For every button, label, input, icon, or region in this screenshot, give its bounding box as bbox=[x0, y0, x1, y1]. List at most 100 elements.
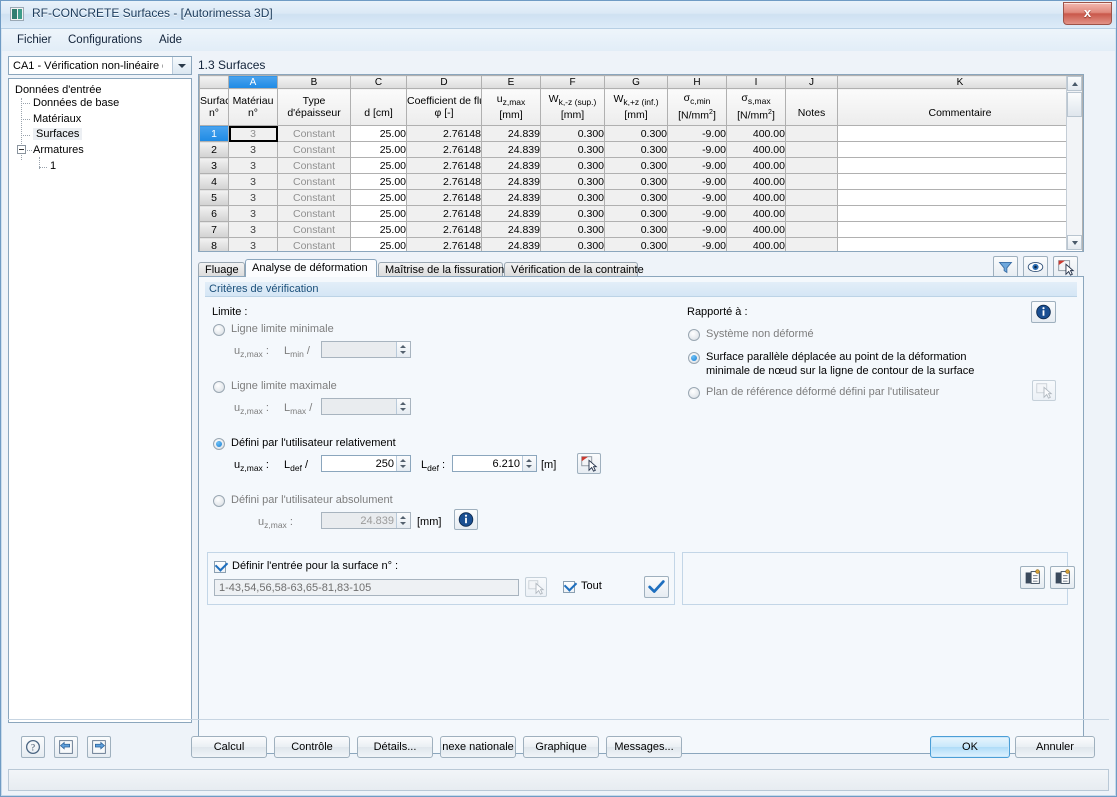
spinner-uzmax-absolute[interactable] bbox=[396, 513, 410, 528]
column-letter-I[interactable]: I bbox=[726, 75, 786, 89]
cell-uzmax[interactable]: 24.839 bbox=[481, 141, 541, 158]
cell-notes[interactable] bbox=[785, 205, 838, 222]
cell-notes[interactable] bbox=[785, 141, 838, 158]
cell-sigma-s-max[interactable]: 400.00 bbox=[726, 157, 786, 174]
copy-left-button[interactable] bbox=[1020, 566, 1045, 589]
spinner-lmin[interactable] bbox=[396, 342, 410, 357]
cell-sigma-s-max[interactable]: 400.00 bbox=[726, 221, 786, 238]
radio-surface-parallele[interactable] bbox=[688, 352, 700, 364]
table-row[interactable]: 4 3 Constant 25.00 2.76148 24.839 0.300 0.300 -9… bbox=[199, 173, 1083, 190]
cell-type[interactable]: Constant bbox=[277, 189, 351, 206]
info-related-button[interactable] bbox=[1031, 301, 1056, 323]
calcul-button[interactable]: Calcul bbox=[191, 736, 267, 758]
cell-notes[interactable] bbox=[785, 173, 838, 190]
field-ldef-denominator[interactable]: 250 bbox=[321, 455, 411, 472]
cell-wk-sup[interactable]: 0.300 bbox=[540, 205, 605, 222]
cell-wk-inf[interactable]: 0.300 bbox=[604, 157, 668, 174]
tab-verification-contrainte[interactable]: Vérification de la contrainte bbox=[504, 262, 644, 277]
next-button[interactable] bbox=[87, 736, 111, 758]
cell-uzmax[interactable]: 24.839 bbox=[481, 157, 541, 174]
cell-type[interactable]: Constant bbox=[277, 173, 351, 190]
cell-wk-sup[interactable]: 0.300 bbox=[540, 141, 605, 158]
menu-item-aide[interactable]: Aide bbox=[154, 33, 187, 47]
cell-type[interactable]: Constant bbox=[277, 141, 351, 158]
scroll-up-button[interactable] bbox=[1067, 76, 1082, 91]
scroll-down-button[interactable] bbox=[1067, 235, 1082, 250]
previous-button[interactable] bbox=[54, 736, 78, 758]
ok-button[interactable]: OK bbox=[930, 736, 1010, 758]
cell-uzmax[interactable]: 24.839 bbox=[481, 125, 541, 142]
cell-notes[interactable] bbox=[785, 189, 838, 206]
tree-item-armature-1[interactable]: 1 bbox=[50, 160, 56, 172]
cell-uzmax[interactable]: 24.839 bbox=[481, 221, 541, 238]
tab-maitrise-fissuration[interactable]: Maîtrise de la fissuration bbox=[378, 262, 504, 277]
radio-plan-reference[interactable] bbox=[688, 387, 700, 399]
cell-notes[interactable] bbox=[785, 125, 838, 142]
cell-materiau[interactable]: 3 bbox=[228, 221, 278, 238]
tree-item-donnees-de-base[interactable]: Données de base bbox=[33, 97, 119, 109]
field-ldef[interactable]: 6.210 bbox=[452, 455, 537, 472]
details-button[interactable]: Détails... bbox=[357, 736, 433, 758]
menu-item-fichier[interactable]: Fichier bbox=[12, 33, 57, 47]
tree-item-surfaces[interactable]: Surfaces bbox=[33, 128, 83, 140]
cell-epaisseur[interactable]: 25.00 bbox=[350, 125, 407, 142]
cell-notes[interactable] bbox=[785, 237, 838, 251]
cell-materiau[interactable]: 3 bbox=[228, 189, 278, 206]
info-absolute-button[interactable] bbox=[454, 509, 478, 530]
cell-wk-inf[interactable]: 0.300 bbox=[604, 221, 668, 238]
cell-commentaire[interactable] bbox=[837, 157, 1083, 174]
graphique-button[interactable]: Graphique bbox=[523, 736, 599, 758]
scroll-thumb[interactable] bbox=[1067, 92, 1082, 117]
tab-fluage[interactable]: Fluage bbox=[198, 262, 245, 277]
cell-sigma-s-max[interactable]: 400.00 bbox=[726, 173, 786, 190]
help-button[interactable]: ? bbox=[21, 736, 45, 758]
cell-fluage[interactable]: 2.76148 bbox=[406, 237, 482, 251]
field-lmin-denominator[interactable] bbox=[321, 341, 411, 358]
field-uzmax-absolute[interactable]: 24.839 bbox=[321, 512, 411, 529]
copy-right-button[interactable] bbox=[1050, 566, 1075, 589]
cell-fluage[interactable]: 2.76148 bbox=[406, 205, 482, 222]
cell-sigma-c-min[interactable]: -9.00 bbox=[667, 237, 727, 251]
cell-fluage[interactable]: 2.76148 bbox=[406, 173, 482, 190]
cell-commentaire[interactable] bbox=[837, 173, 1083, 190]
column-letter-D[interactable]: D bbox=[406, 75, 482, 89]
column-letter-G[interactable]: G bbox=[604, 75, 668, 89]
cell-fluage[interactable]: 2.76148 bbox=[406, 189, 482, 206]
row-header[interactable]: 8 bbox=[199, 237, 229, 251]
surface-list-input[interactable]: 1-43,54,56,58-63,65-81,83-105 bbox=[214, 579, 519, 596]
cell-type[interactable]: Constant bbox=[277, 221, 351, 238]
column-letter-C[interactable]: C bbox=[350, 75, 407, 89]
column-letter-E[interactable]: E bbox=[481, 75, 541, 89]
checkbox-tout[interactable] bbox=[563, 581, 575, 593]
pick-ldef-button[interactable] bbox=[577, 453, 601, 474]
cell-materiau[interactable]: 3 bbox=[228, 157, 278, 174]
menu-item-configurations[interactable]: Configurations bbox=[63, 33, 147, 47]
table-vertical-scrollbar[interactable] bbox=[1066, 76, 1082, 250]
cell-type[interactable]: Constant bbox=[277, 237, 351, 251]
cell-wk-inf[interactable]: 0.300 bbox=[604, 173, 668, 190]
cell-wk-sup[interactable]: 0.300 bbox=[540, 221, 605, 238]
table-row[interactable]: 2 3 Constant 25.00 2.76148 24.839 0.300 0.300 -9… bbox=[199, 141, 1083, 158]
messages-button[interactable]: Messages... bbox=[606, 736, 682, 758]
controle-button[interactable]: Contrôle bbox=[274, 736, 350, 758]
column-letter-F[interactable]: F bbox=[540, 75, 605, 89]
cell-wk-inf[interactable]: 0.300 bbox=[604, 125, 668, 142]
radio-defini-relativement[interactable] bbox=[213, 438, 225, 450]
cell-wk-sup[interactable]: 0.300 bbox=[540, 237, 605, 251]
cell-epaisseur[interactable]: 25.00 bbox=[350, 221, 407, 238]
column-letter-A[interactable]: A bbox=[228, 75, 278, 89]
cell-wk-sup[interactable]: 0.300 bbox=[540, 125, 605, 142]
cell-materiau[interactable]: 3 bbox=[228, 141, 278, 158]
cell-sigma-s-max[interactable]: 400.00 bbox=[726, 189, 786, 206]
chevron-down-icon[interactable] bbox=[172, 57, 191, 74]
cell-epaisseur[interactable]: 25.00 bbox=[350, 141, 407, 158]
cell-sigma-c-min[interactable]: -9.00 bbox=[667, 141, 727, 158]
cell-wk-inf[interactable]: 0.300 bbox=[604, 141, 668, 158]
cell-notes[interactable] bbox=[785, 221, 838, 238]
row-header[interactable]: 2 bbox=[199, 141, 229, 158]
case-select[interactable]: CA1 - Vérification non-linéaire du bbox=[8, 56, 192, 75]
cell-wk-inf[interactable]: 0.300 bbox=[604, 189, 668, 206]
row-header[interactable]: 5 bbox=[199, 189, 229, 206]
column-letter-row[interactable] bbox=[199, 75, 229, 89]
cell-notes[interactable] bbox=[785, 157, 838, 174]
